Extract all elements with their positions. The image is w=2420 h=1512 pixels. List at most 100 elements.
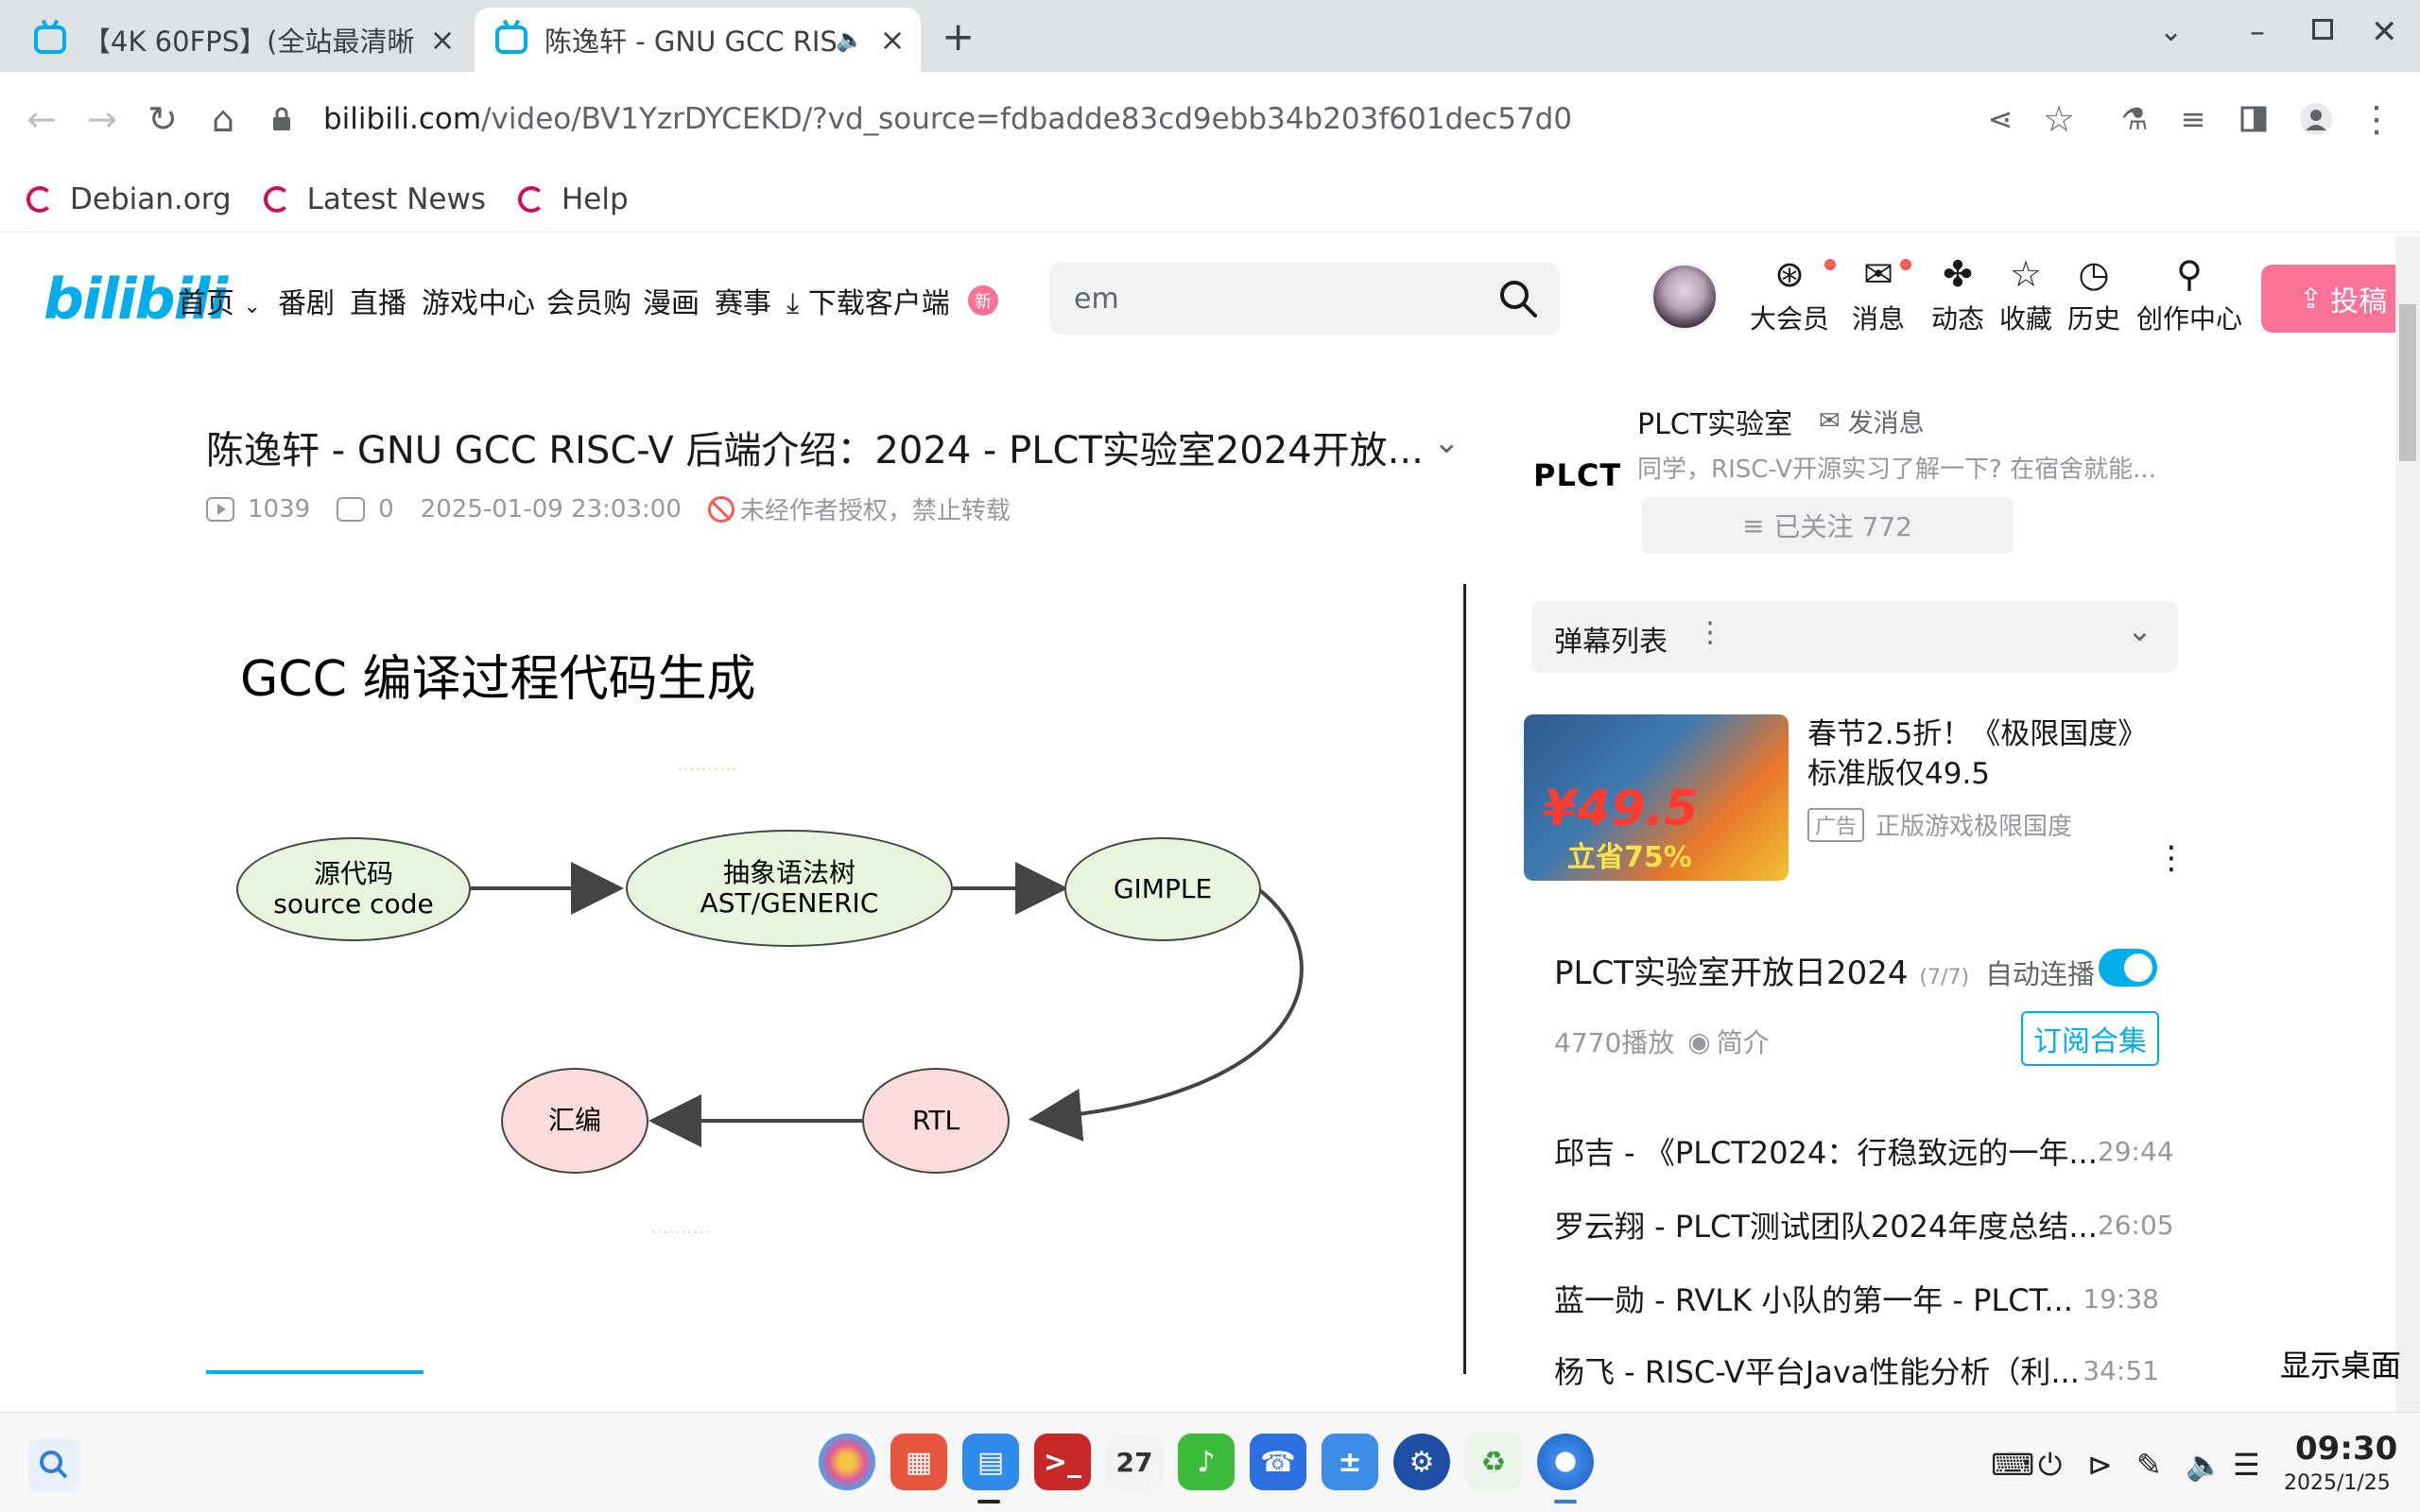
bookmark-latest-news[interactable]: Latest News	[263, 181, 486, 216]
ad-title[interactable]: 春节2.5折！《极限国度》标准版仅49.5	[1807, 714, 2176, 794]
minimize-icon[interactable]: –	[2250, 13, 2265, 49]
extension-icon[interactable]: ⚗	[2108, 93, 2161, 146]
mail-icon: ✉	[1863, 253, 1893, 295]
media-control-icon[interactable]: ≡	[2167, 93, 2220, 146]
clock-time[interactable]: 09:30	[2295, 1430, 2397, 1468]
subscribe-collection-button[interactable]: 订阅合集	[2021, 1011, 2159, 1066]
menu-kebab-icon[interactable]: ⋮	[2350, 93, 2403, 146]
page-scrollbar[interactable]	[2395, 236, 2420, 1412]
scrollbar-thumb[interactable]	[2399, 304, 2416, 461]
creator-center-button[interactable]: ⚲ 创作中心	[2131, 253, 2248, 336]
nav-mall[interactable]: 会员购	[546, 280, 631, 321]
ad-thumbnail[interactable]: ¥49.5 立省75%	[1524, 714, 1789, 881]
recycle-bin-icon[interactable]: ♻	[1465, 1434, 1522, 1490]
browser-app-icon[interactable]	[1537, 1434, 1594, 1490]
terminal-icon[interactable]: >_	[1034, 1434, 1091, 1490]
vip-button[interactable]: ⊛ 大会员	[1747, 253, 1832, 336]
ad-source-name[interactable]: 正版游戏极限国度	[1876, 807, 2072, 842]
danmaku-list-panel[interactable]: 弹幕列表 ⋮ ⌄	[1531, 601, 2178, 673]
home-icon[interactable]: ⌂	[197, 93, 250, 146]
bookmark-help[interactable]: Help	[518, 182, 629, 216]
launcher-app-icon[interactable]	[819, 1434, 875, 1490]
forward-icon[interactable]: →	[76, 93, 129, 146]
close-window-icon[interactable]: ✕	[2371, 13, 2398, 51]
speaker-icon[interactable]: 🔈	[836, 26, 864, 53]
address-bar[interactable]: bilibili.com/video/BV1YzrDYCEKD/?vd_sour…	[268, 91, 1979, 147]
clock-date[interactable]: 2025/1/25	[2284, 1471, 2391, 1495]
bookmark-star-icon[interactable]: ☆	[2032, 93, 2085, 146]
bookmark-label: Latest News	[306, 181, 486, 216]
list-item[interactable]: 邱吉 - 《PLCT2024：行稳致远的一年... 29:44	[1554, 1123, 2174, 1179]
follow-label: 已关注 772	[1773, 511, 1912, 542]
more-vertical-icon[interactable]: ⋮	[2155, 839, 2187, 877]
side-panel-icon[interactable]	[2227, 93, 2280, 146]
nav-home[interactable]: 首页 ⌄	[178, 280, 261, 321]
browser-tab-active[interactable]: 陈逸轩 - GNU GCC RISC 🔈 ×	[475, 8, 921, 72]
uploader-avatar[interactable]: PLCT	[1533, 457, 1621, 493]
play-count: 1039	[206, 495, 310, 524]
back-icon[interactable]: ←	[15, 93, 68, 146]
uploader-name[interactable]: PLCT实验室	[1637, 401, 1792, 442]
progress-bar[interactable]	[206, 1370, 424, 1374]
close-tab-icon[interactable]: ×	[873, 22, 911, 58]
multitask-view-icon[interactable]: ▦	[890, 1434, 947, 1490]
nav-download-client[interactable]: ⤓ 下载客户端	[786, 280, 950, 321]
chevron-down-icon[interactable]: ⌄	[1433, 423, 1461, 461]
video-meta: 1039 0 2025-01-09 23:03:00 未经作者授权，禁止转载	[206, 491, 1037, 526]
share-icon[interactable]: ⋖	[1974, 93, 2027, 146]
close-tab-icon[interactable]: ×	[424, 22, 461, 58]
chevron-down-icon: ⌄	[243, 295, 261, 318]
nav-anime[interactable]: 番剧	[278, 280, 335, 321]
music-player-icon[interactable]: ♪	[1178, 1434, 1235, 1490]
tab-search-icon[interactable]: ⌄	[2159, 15, 2183, 48]
power-icon[interactable]: ⏻	[2038, 1447, 2062, 1484]
list-item[interactable]: 蓝一勋 - RVLK 小队的第一年 - PLCT... 19:38	[1554, 1270, 2159, 1327]
nav-manga[interactable]: 漫画	[643, 280, 700, 321]
node-label: source code	[273, 888, 434, 919]
contacts-icon[interactable]: ☎	[1250, 1434, 1306, 1490]
volume-icon[interactable]: 🔈	[2186, 1447, 2223, 1483]
send-message-button[interactable]: ✉ 发消息	[1819, 403, 1925, 439]
more-vertical-icon[interactable]: ⋮	[1696, 616, 1724, 649]
intro-link[interactable]: 简介	[1717, 1022, 1770, 1060]
list-item[interactable]: 杨飞 - RISC-V平台Java性能分析（利... 34:51	[1554, 1342, 2159, 1399]
calculator-icon[interactable]: ±	[1322, 1434, 1378, 1490]
danmaku-icon	[337, 496, 366, 522]
list-item[interactable]: 罗云翔 - PLCT测试团队2024年度总结... 26:05	[1554, 1196, 2174, 1253]
upload-button[interactable]: ⇪ 投稿	[2261, 265, 2412, 333]
search-input[interactable]	[1074, 280, 1471, 318]
notification-dot	[1900, 259, 1911, 270]
control-center-icon[interactable]: ☰	[2233, 1447, 2260, 1483]
bookmark-label: Debian.org	[70, 181, 232, 216]
collection-title[interactable]: PLCT实验室开放日2024 (7/7)	[1554, 947, 1969, 993]
keyboard-icon[interactable]: ⌨	[1991, 1447, 2034, 1483]
video-player[interactable]: GCC 编译过程代码生成 .......... 源代码 source code 抽…	[189, 584, 1465, 1416]
nav-esports[interactable]: 赛事	[715, 280, 771, 321]
nav-live[interactable]: 直播	[350, 280, 406, 321]
pen-icon[interactable]: ✎	[2136, 1447, 2162, 1483]
history-button[interactable]: ◷ 历史	[2051, 253, 2136, 336]
taskbar: ▦ ▤ >_ 27 ♪ ☎ ± ⚙ ♻ ⌨ ⏻ ⊳ ✎ 🔈 ☰ 09:30 20…	[0, 1412, 2420, 1512]
tab-title: 陈逸轩 - GNU GCC RISC	[544, 26, 837, 58]
search-icon[interactable]	[1495, 276, 1541, 321]
nav-game-center[interactable]: 游戏中心	[422, 280, 535, 321]
bookmark-debian[interactable]: Debian.org	[26, 182, 232, 216]
file-manager-icon[interactable]: ▤	[962, 1434, 1019, 1490]
autoplay-toggle[interactable]	[2099, 949, 2157, 987]
calendar-icon[interactable]: 27	[1106, 1434, 1163, 1490]
settings-gear-icon[interactable]: ⚙	[1393, 1434, 1450, 1490]
user-avatar[interactable]	[1651, 263, 1719, 331]
running-indicator	[1554, 1500, 1577, 1503]
new-tab-button[interactable]: +	[942, 13, 975, 60]
chevron-down-icon[interactable]: ⌄	[2127, 612, 2152, 648]
episode-duration: 26:05	[2097, 1209, 2174, 1241]
download-icon: ⤓	[786, 287, 800, 320]
star-icon: ☆	[2009, 253, 2043, 295]
launcher-search-button[interactable]	[28, 1439, 79, 1490]
follow-button[interactable]: ≡ 已关注 772	[1641, 497, 2014, 554]
profile-icon[interactable]	[2290, 93, 2342, 146]
restore-icon[interactable]	[2312, 19, 2333, 40]
assistant-icon[interactable]: ⊳	[2087, 1447, 2113, 1483]
browser-tab[interactable]: 【4K 60FPS】(全站最清晰 ×	[13, 8, 471, 72]
reload-icon[interactable]: ↻	[136, 93, 189, 146]
